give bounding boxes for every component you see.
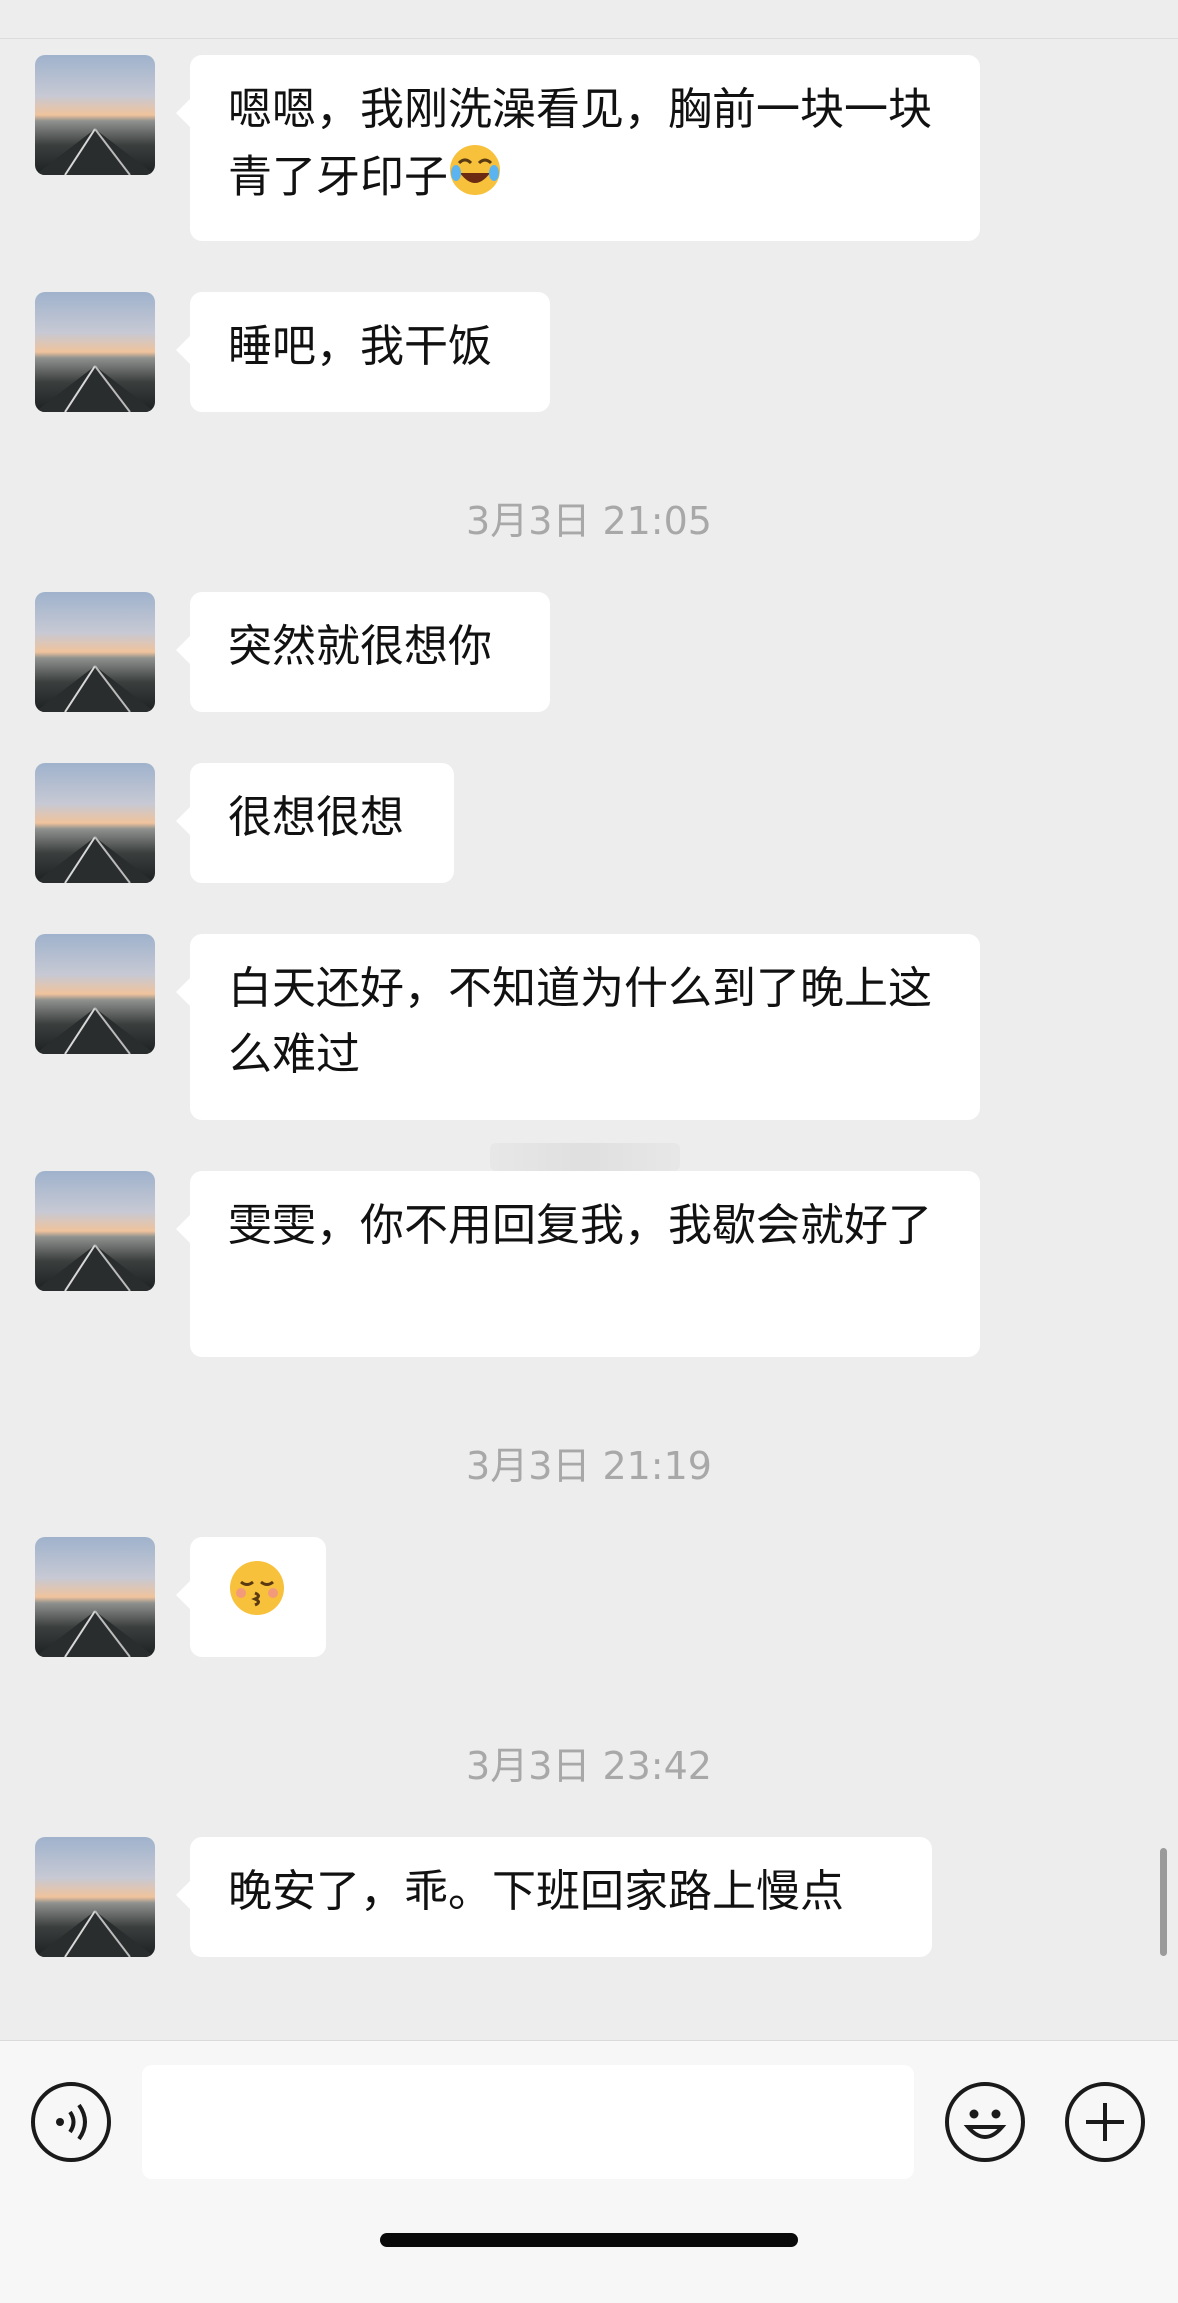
contact-avatar[interactable] xyxy=(35,763,155,883)
contact-avatar[interactable] xyxy=(35,1171,155,1291)
message-input[interactable] xyxy=(142,2065,914,2179)
plus-icon[interactable] xyxy=(1064,2081,1146,2167)
timestamp: 3月3日 23:42 xyxy=(466,1744,712,1788)
message-text: 白天还好，不知道为什么到了晚上这么难过 xyxy=(228,963,932,1080)
message-bubble[interactable]: 很想很想 xyxy=(176,763,454,883)
contact-avatar[interactable] xyxy=(35,934,155,1054)
message-bubble[interactable]: 睡吧，我干饭 xyxy=(176,292,550,412)
timestamp: 3月3日 21:19 xyxy=(466,1444,712,1488)
message-text: 很想很想 xyxy=(228,792,404,843)
contact-avatar[interactable] xyxy=(35,1537,155,1657)
message-bubble[interactable]: 突然就很想你 xyxy=(176,592,550,712)
message-text: 雯雯，你不用回复我，我歇会就好了 xyxy=(228,1200,932,1251)
contact-avatar[interactable] xyxy=(35,592,155,712)
tears-of-joy-emoji xyxy=(448,143,502,216)
voice-icon[interactable] xyxy=(30,2081,112,2167)
input-bar xyxy=(0,2040,1178,2303)
message-bubble[interactable]: 晚安了，乖。下班回家路上慢点 xyxy=(176,1837,932,1957)
timestamp: 3月3日 21:05 xyxy=(466,499,712,543)
message-bubble[interactable]: 嗯嗯，我刚洗澡看见，胸前一块一块青了牙印子 xyxy=(176,55,980,241)
message-bubble[interactable]: 白天还好，不知道为什么到了晚上这么难过 xyxy=(176,934,980,1120)
contact-avatar[interactable] xyxy=(35,55,155,175)
top-divider xyxy=(0,0,1178,39)
message-bubble[interactable]: 雯雯，你不用回复我，我歇会就好了 xyxy=(176,1171,980,1357)
message-text: 晚安了，乖。下班回家路上慢点 xyxy=(228,1866,844,1917)
message-text: 睡吧，我干饭 xyxy=(228,321,492,372)
message-text: 嗯嗯，我刚洗澡看见，胸前一块一块青了牙印子 xyxy=(228,84,932,203)
scrollbar[interactable] xyxy=(1160,1848,1167,1956)
message-text: 突然就很想你 xyxy=(228,621,492,672)
home-indicator[interactable] xyxy=(380,2233,798,2247)
contact-avatar[interactable] xyxy=(35,1837,155,1957)
kissing-face-emoji xyxy=(228,1559,286,1636)
faded-watermark xyxy=(490,1143,680,1171)
message-bubble[interactable] xyxy=(176,1537,326,1657)
smiley-icon[interactable] xyxy=(944,2081,1026,2167)
contact-avatar[interactable] xyxy=(35,292,155,412)
